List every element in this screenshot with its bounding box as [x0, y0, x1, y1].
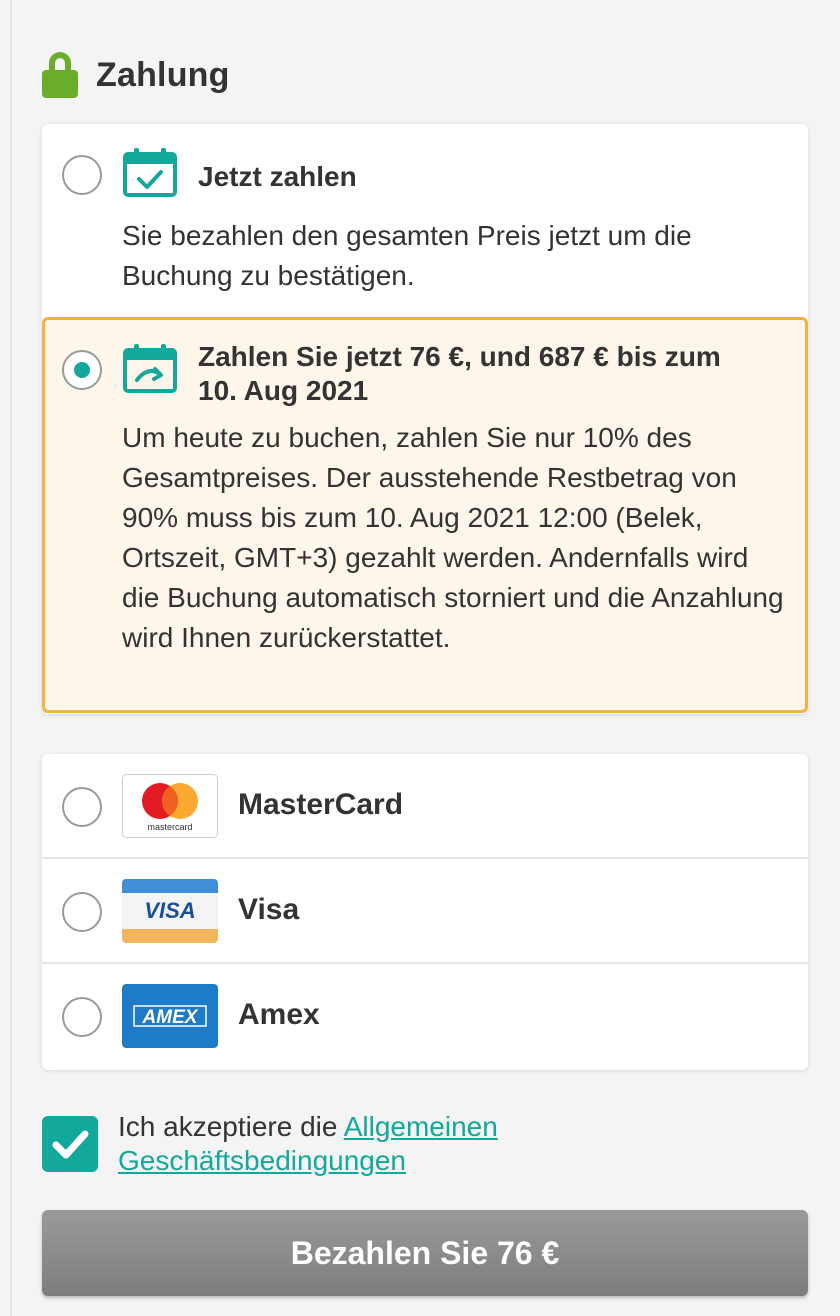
- method-row-mastercard[interactable]: mastercard MasterCard: [42, 754, 808, 859]
- check-icon: [52, 1130, 89, 1159]
- calendar-check-icon: [123, 148, 177, 197]
- method-radio-amex[interactable]: [62, 997, 102, 1037]
- payment-method-card: mastercard MasterCard VISA Visa AMEX Ame…: [42, 754, 808, 1070]
- terms-prefix: Ich akzeptiere die: [118, 1111, 344, 1142]
- plan-title-installment: Zahlen Sie jetzt 76 €, und 687 € bis zum…: [198, 341, 721, 406]
- plan-option-installment[interactable]: Zahlen Sie jetzt 76 €, und 687 € bis zum…: [42, 317, 808, 713]
- section-header: Zahlung: [42, 52, 230, 98]
- method-radio-mastercard[interactable]: [62, 787, 102, 827]
- svg-text:mastercard: mastercard: [147, 822, 192, 832]
- method-row-amex[interactable]: AMEX Amex: [42, 964, 808, 1069]
- amex-logo: AMEX: [122, 984, 218, 1048]
- payment-page: Zahlung Jetzt zahlen Sie bezahlen den ge…: [10, 0, 840, 1316]
- plan-desc-pay-now: Sie bezahlen den gesamten Preis jetzt um…: [122, 220, 692, 291]
- plan-radio-installment[interactable]: [62, 350, 102, 390]
- calendar-installment-icon: [123, 344, 177, 393]
- method-label-mastercard: MasterCard: [238, 788, 404, 821]
- method-label-visa: Visa: [238, 893, 300, 926]
- pay-button[interactable]: Bezahlen Sie 76 €: [42, 1210, 808, 1296]
- terms-checkbox[interactable]: [42, 1116, 98, 1172]
- lock-icon: [42, 52, 78, 98]
- svg-text:AMEX: AMEX: [142, 1007, 199, 1028]
- plan-radio-pay-now[interactable]: [62, 155, 102, 195]
- method-row-visa[interactable]: VISA Visa: [42, 859, 808, 964]
- plan-title-pay-now: Jetzt zahlen: [198, 161, 357, 192]
- section-title: Zahlung: [96, 55, 230, 94]
- payment-plan-card: Jetzt zahlen Sie bezahlen den gesamten P…: [42, 124, 808, 714]
- terms-text: Ich akzeptiere die Allgemeinen Geschäfts…: [118, 1110, 718, 1178]
- visa-logo: VISA: [122, 879, 218, 943]
- plan-option-pay-now[interactable]: Jetzt zahlen Sie bezahlen den gesamten P…: [42, 124, 808, 318]
- plan-desc-installment: Um heute zu buchen, zahlen Sie nur 10% d…: [122, 422, 784, 653]
- mastercard-logo: mastercard: [122, 774, 218, 838]
- method-radio-visa[interactable]: [62, 892, 102, 932]
- svg-text:VISA: VISA: [144, 898, 195, 923]
- terms-row: Ich akzeptiere die Allgemeinen Geschäfts…: [42, 1110, 718, 1178]
- method-label-amex: Amex: [238, 998, 320, 1031]
